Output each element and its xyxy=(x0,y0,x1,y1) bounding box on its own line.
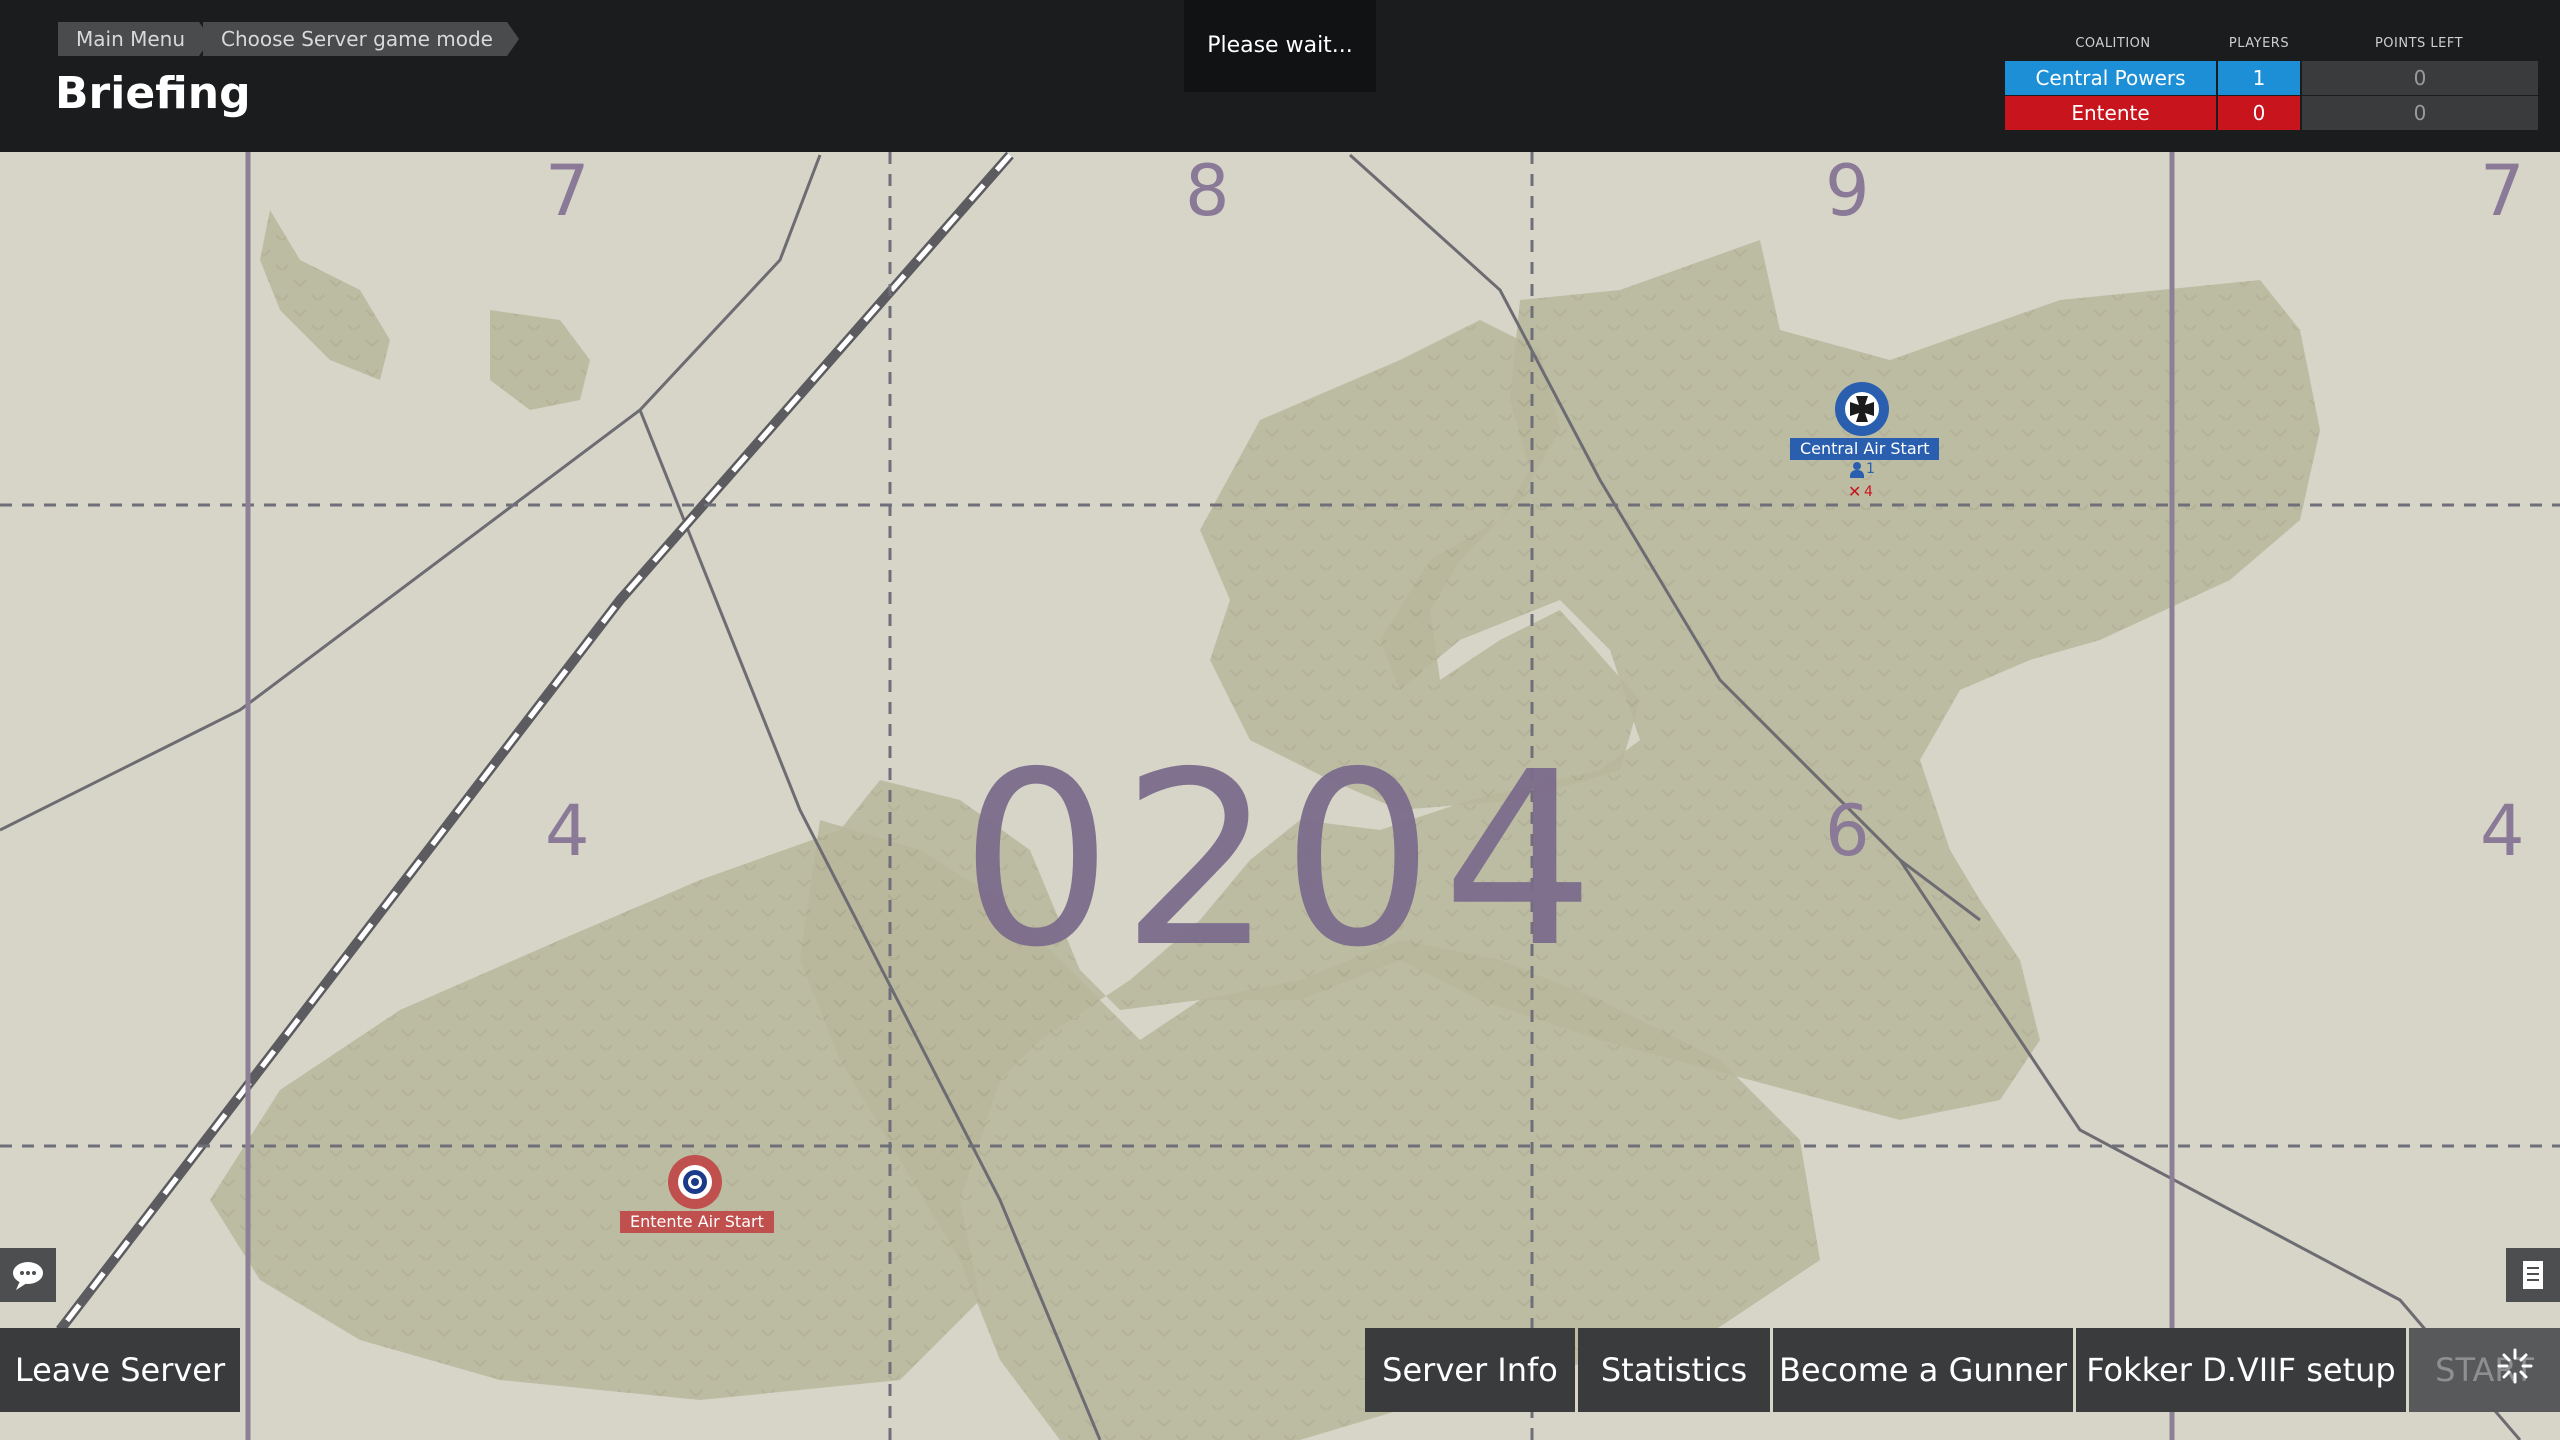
coalition-central-powers: Central Powers xyxy=(2005,61,2216,95)
points-central-powers: 0 xyxy=(2302,61,2538,95)
status-message: Please wait... xyxy=(1184,0,1376,92)
breadcrumb-main-menu[interactable]: Main Menu xyxy=(58,22,212,56)
players-entente: 0 xyxy=(2218,96,2300,130)
player-count: 1 xyxy=(1866,461,1875,477)
coalition-entente: Entente xyxy=(2005,96,2216,130)
grid-number: 6 xyxy=(1825,790,1870,872)
chat-bubble-icon xyxy=(13,1262,43,1290)
page-title: Briefing xyxy=(55,68,251,119)
entente-air-start-label: Entente Air Start xyxy=(620,1211,774,1233)
grid-number: 4 xyxy=(2480,790,2525,872)
points-entente: 0 xyxy=(2302,96,2538,130)
central-air-start-marker[interactable] xyxy=(1835,382,1889,436)
iron-cross-icon xyxy=(1845,392,1879,426)
entente-air-start-marker[interactable] xyxy=(668,1155,722,1209)
grid-number: 9 xyxy=(1825,150,1870,232)
players-central-powers: 1 xyxy=(2218,61,2300,95)
header-bar: Main Menu Choose Server game mode Briefi… xyxy=(0,0,2560,152)
start-button[interactable]: START xyxy=(2409,1328,2560,1412)
points-left-header: POINTS LEFT xyxy=(2374,36,2464,51)
chat-button[interactable] xyxy=(0,1248,56,1302)
grid-number: 8 xyxy=(1185,150,1230,232)
loading-spinner-icon xyxy=(2497,1348,2533,1384)
grid-number: 7 xyxy=(2480,150,2525,232)
player-count-icon xyxy=(1850,462,1864,478)
sector-label: 0204 xyxy=(960,720,1603,1000)
statistics-button[interactable]: Statistics xyxy=(1578,1328,1770,1412)
breadcrumb-choose-mode[interactable]: Choose Server game mode xyxy=(203,22,519,56)
document-icon xyxy=(2523,1261,2543,1289)
plane-count: 4 xyxy=(1864,484,1873,500)
coalition-header: COALITION xyxy=(2075,36,2151,51)
breadcrumb: Main Menu Choose Server game mode xyxy=(58,22,519,56)
grid-number: 7 xyxy=(545,150,590,232)
plane-count-icon: ✕ xyxy=(1848,482,1862,501)
grid-number: 4 xyxy=(545,790,590,872)
server-info-button[interactable]: Server Info xyxy=(1365,1328,1575,1412)
mission-notes-button[interactable] xyxy=(2506,1248,2560,1302)
leave-server-button[interactable]: Leave Server xyxy=(0,1328,240,1412)
become-gunner-button[interactable]: Become a Gunner xyxy=(1773,1328,2073,1412)
central-air-start-label: Central Air Start xyxy=(1790,438,1940,460)
players-header: PLAYERS xyxy=(2228,36,2290,51)
roundel-icon xyxy=(678,1165,712,1199)
aircraft-setup-button[interactable]: Fokker D.VIIF setup xyxy=(2076,1328,2406,1412)
